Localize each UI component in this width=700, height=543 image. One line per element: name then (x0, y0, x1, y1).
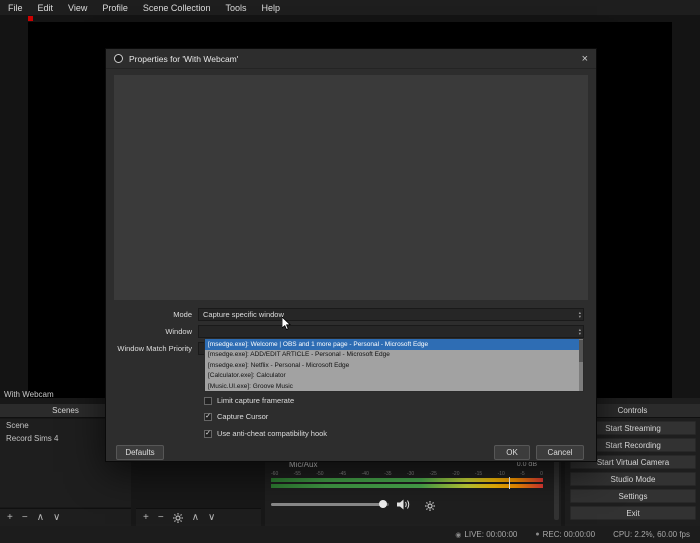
speaker-icon[interactable] (397, 497, 411, 515)
move-source-down-icon[interactable]: ∨ (208, 513, 215, 523)
move-scene-down-icon[interactable]: ∨ (53, 513, 60, 523)
status-bar: ◉ LIVE: 00:00:00 ● REC: 00:00:00 CPU: 2.… (0, 526, 700, 543)
dropdown-option[interactable]: [msedge.exe]: Netflix - Personal - Micro… (205, 360, 583, 371)
menu-scene-collection[interactable]: Scene Collection (143, 3, 211, 13)
mode-row: Mode Capture specific window ▴▾ (106, 306, 596, 323)
anti-cheat-label: Use anti-cheat compatibility hook (217, 429, 327, 438)
limit-framerate-checkbox[interactable]: ✓ (204, 397, 212, 405)
db-tick: -50 (316, 471, 323, 477)
obs-logo-icon (114, 54, 123, 63)
db-tick: -25 (430, 471, 437, 477)
db-tick: -10 (498, 471, 505, 477)
rec-time: REC: 00:00:00 (543, 530, 595, 539)
remove-scene-icon[interactable]: − (22, 513, 28, 523)
rec-status: ● REC: 00:00:00 (535, 530, 595, 539)
mode-value: Capture specific window (203, 310, 284, 319)
mixer-settings-gear-icon[interactable] (425, 498, 435, 516)
db-tick: -20 (452, 471, 459, 477)
record-icon: ● (535, 531, 539, 538)
volume-slider-fill (271, 503, 383, 506)
cpu-fps-text: CPU: 2.2%, 60.00 fps (613, 530, 690, 539)
volume-meter-left (271, 478, 543, 482)
dialog-title: Properties for 'With Webcam' (129, 54, 238, 64)
mixer-scrollbar[interactable] (554, 460, 559, 520)
obs-main-window: File Edit View Profile Scene Collection … (0, 0, 700, 543)
capture-cursor-label: Capture Cursor (217, 412, 268, 421)
db-tick: -15 (475, 471, 482, 477)
defaults-button[interactable]: Defaults (116, 445, 164, 460)
studio-mode-button[interactable]: Studio Mode (570, 472, 696, 486)
dialog-titlebar[interactable]: Properties for 'With Webcam' × (106, 49, 596, 69)
menu-edit[interactable]: Edit (38, 3, 54, 13)
volume-meter-right (271, 484, 543, 488)
db-tick: -35 (384, 471, 391, 477)
volume-slider[interactable] (271, 503, 389, 506)
mixer-db-value: 0.0 dB (517, 461, 537, 468)
move-scene-up-icon[interactable]: ∧ (37, 513, 44, 523)
menu-bar: File Edit View Profile Scene Collection … (0, 0, 700, 15)
settings-button[interactable]: Settings (570, 489, 696, 503)
remove-source-icon[interactable]: − (158, 513, 164, 523)
dropdown-option[interactable]: [msedge.exe]: ADD/EDIT ARTICLE - Persona… (205, 350, 583, 361)
menu-help[interactable]: Help (261, 3, 280, 13)
anti-cheat-checkbox[interactable]: ✓ (204, 430, 212, 438)
menu-tools[interactable]: Tools (225, 3, 246, 13)
scenes-toolbar: + − ∧ ∨ (0, 508, 131, 526)
dropdown-scrollbar[interactable] (579, 339, 583, 391)
mouse-cursor-icon (282, 317, 292, 335)
anti-cheat-row: ✓ Use anti-cheat compatibility hook (204, 429, 327, 438)
exit-button[interactable]: Exit (570, 506, 696, 520)
source-properties-gear-icon[interactable] (173, 513, 183, 523)
limit-framerate-label: Limit capture framerate (217, 396, 294, 405)
sources-toolbar: + − ∧ ∨ (136, 508, 261, 526)
mode-label: Mode (106, 310, 198, 319)
volume-slider-handle[interactable] (379, 500, 387, 508)
broadcast-icon: ◉ (455, 531, 461, 539)
dropdown-option[interactable]: [Music.UI.exe]: Groove Music (205, 381, 583, 392)
add-scene-icon[interactable]: + (7, 513, 13, 523)
cpu-fps-status: CPU: 2.2%, 60.00 fps (613, 530, 690, 539)
spinner-icon: ▴▾ (579, 309, 581, 320)
source-overlay-label: With Webcam (4, 390, 54, 399)
menu-view[interactable]: View (68, 3, 87, 13)
menu-file[interactable]: File (8, 3, 23, 13)
db-tick: -60 (271, 471, 278, 477)
menu-profile[interactable]: Profile (102, 3, 128, 13)
ok-button[interactable]: OK (494, 445, 530, 460)
cancel-button[interactable]: Cancel (536, 445, 584, 460)
dropdown-option[interactable]: [msedge.exe]: Welcome | OBS and 1 more p… (205, 339, 583, 350)
window-dropdown-list: [msedge.exe]: Welcome | OBS and 1 more p… (204, 338, 584, 392)
capture-cursor-checkbox[interactable]: ✓ (204, 413, 212, 421)
db-tick: -5 (520, 471, 524, 477)
add-source-icon[interactable]: + (143, 513, 149, 523)
record-indicator-dot (28, 16, 33, 21)
move-source-up-icon[interactable]: ∧ (192, 513, 199, 523)
mixer-db-scale: -60 -55 -50 -45 -40 -35 -30 -25 -20 -15 … (271, 471, 543, 477)
db-tick: 0 (540, 471, 543, 477)
meter-peak-marker (509, 477, 510, 489)
limit-framerate-row: ✓ Limit capture framerate (204, 396, 294, 405)
close-icon[interactable]: × (582, 53, 588, 65)
properties-dialog: Properties for 'With Webcam' × Mode Capt… (105, 48, 597, 462)
window-label: Window (106, 327, 198, 336)
capture-cursor-row: ✓ Capture Cursor (204, 412, 268, 421)
db-tick: -40 (362, 471, 369, 477)
dropdown-option[interactable]: [Calculator.exe]: Calculator (205, 371, 583, 382)
live-time: LIVE: 00:00:00 (464, 530, 517, 539)
match-priority-label: Window Match Priority (106, 344, 198, 353)
dialog-preview-area (114, 75, 588, 300)
window-select[interactable]: ▴▾ (198, 325, 584, 338)
spinner-icon: ▴▾ (579, 326, 581, 337)
db-tick: -45 (339, 471, 346, 477)
db-tick: -30 (407, 471, 414, 477)
mode-select[interactable]: Capture specific window ▴▾ (198, 308, 584, 321)
db-tick: -55 (294, 471, 301, 477)
live-status: ◉ LIVE: 00:00:00 (455, 530, 517, 539)
